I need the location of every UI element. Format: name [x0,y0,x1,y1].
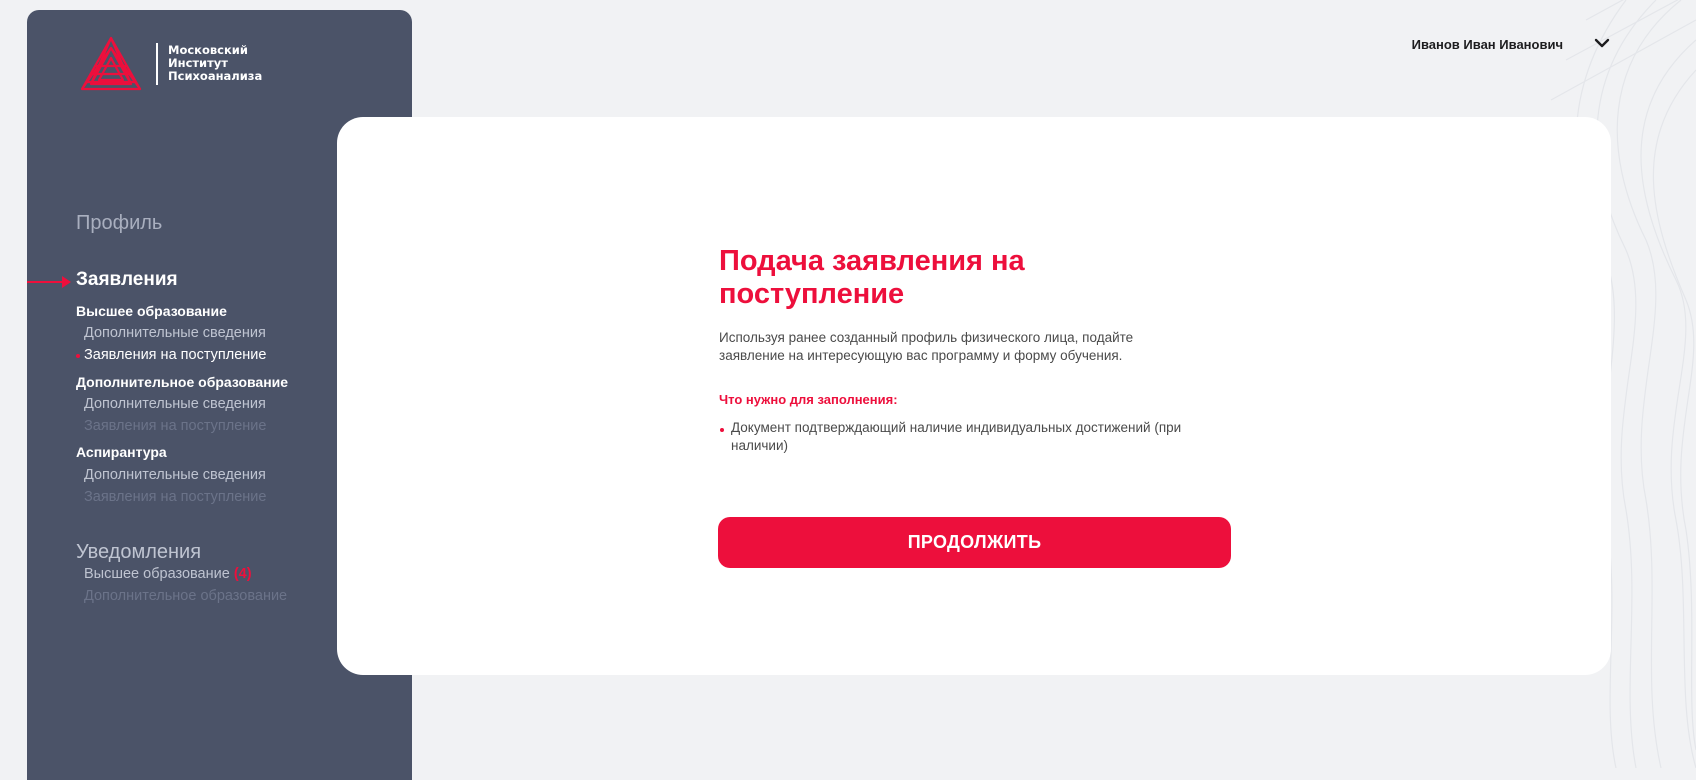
sidebar-item-higher-additional-info[interactable]: Дополнительные сведения [84,325,266,341]
sidebar-item-additional-admission-applications[interactable]: Заявления на поступление [84,418,266,434]
chevron-down-icon[interactable] [1593,36,1611,50]
sidebar-item-notifications[interactable]: Уведомления [76,541,201,564]
sidebar-group-higher-education[interactable]: Высшее образование [76,303,227,319]
sidebar-item-notifications-higher-education[interactable]: Высшее образование (4) [84,566,252,582]
sidebar-item-applications[interactable]: Заявления [76,269,178,291]
sidebar-item-additional-additional-info[interactable]: Дополнительные сведения [84,396,266,412]
continue-button[interactable]: ПРОДОЛЖИТЬ [718,517,1231,568]
logo-line-3: Психоанализа [168,69,263,83]
sidebar-item-higher-admission-applications[interactable]: Заявления на поступление [84,347,266,363]
requirements-list: Документ подтверждающий наличие индивиду… [719,419,1239,455]
notification-count-badge: (4) [233,566,252,582]
user-name[interactable]: Иванов Иван Иванович [1412,37,1563,52]
logo[interactable]: Московский Институт Психоанализа [80,36,262,91]
triangle-logo-icon [80,36,142,91]
requirement-item: Документ подтверждающий наличие индивиду… [719,419,1239,455]
sidebar-item-profile[interactable]: Профиль [76,212,162,235]
sidebar-item-notifications-additional-education[interactable]: Дополнительное образование [84,588,287,604]
sidebar-group-postgraduate[interactable]: Аспирантура [76,444,167,460]
requirements-title: Что нужно для заполнения: [719,392,898,407]
sidebar-group-additional-education[interactable]: Дополнительное образование [76,374,288,390]
sidebar-item-postgraduate-additional-info[interactable]: Дополнительные сведения [84,467,266,483]
active-dot-icon [76,354,80,358]
active-arrow-icon [27,276,71,288]
logo-separator [156,42,158,85]
sidebar-item-postgraduate-admission-applications[interactable]: Заявления на поступление [84,489,266,505]
page-description: Используя ранее созданный профиль физиче… [719,330,1134,363]
logo-text: Московский Институт Психоанализа [168,44,262,83]
notifications-higher-education-label: Высшее образование [84,566,230,582]
page-title: Подача заявления на поступление [719,245,1025,310]
application-card: Подача заявления на поступление Использу… [337,117,1611,675]
